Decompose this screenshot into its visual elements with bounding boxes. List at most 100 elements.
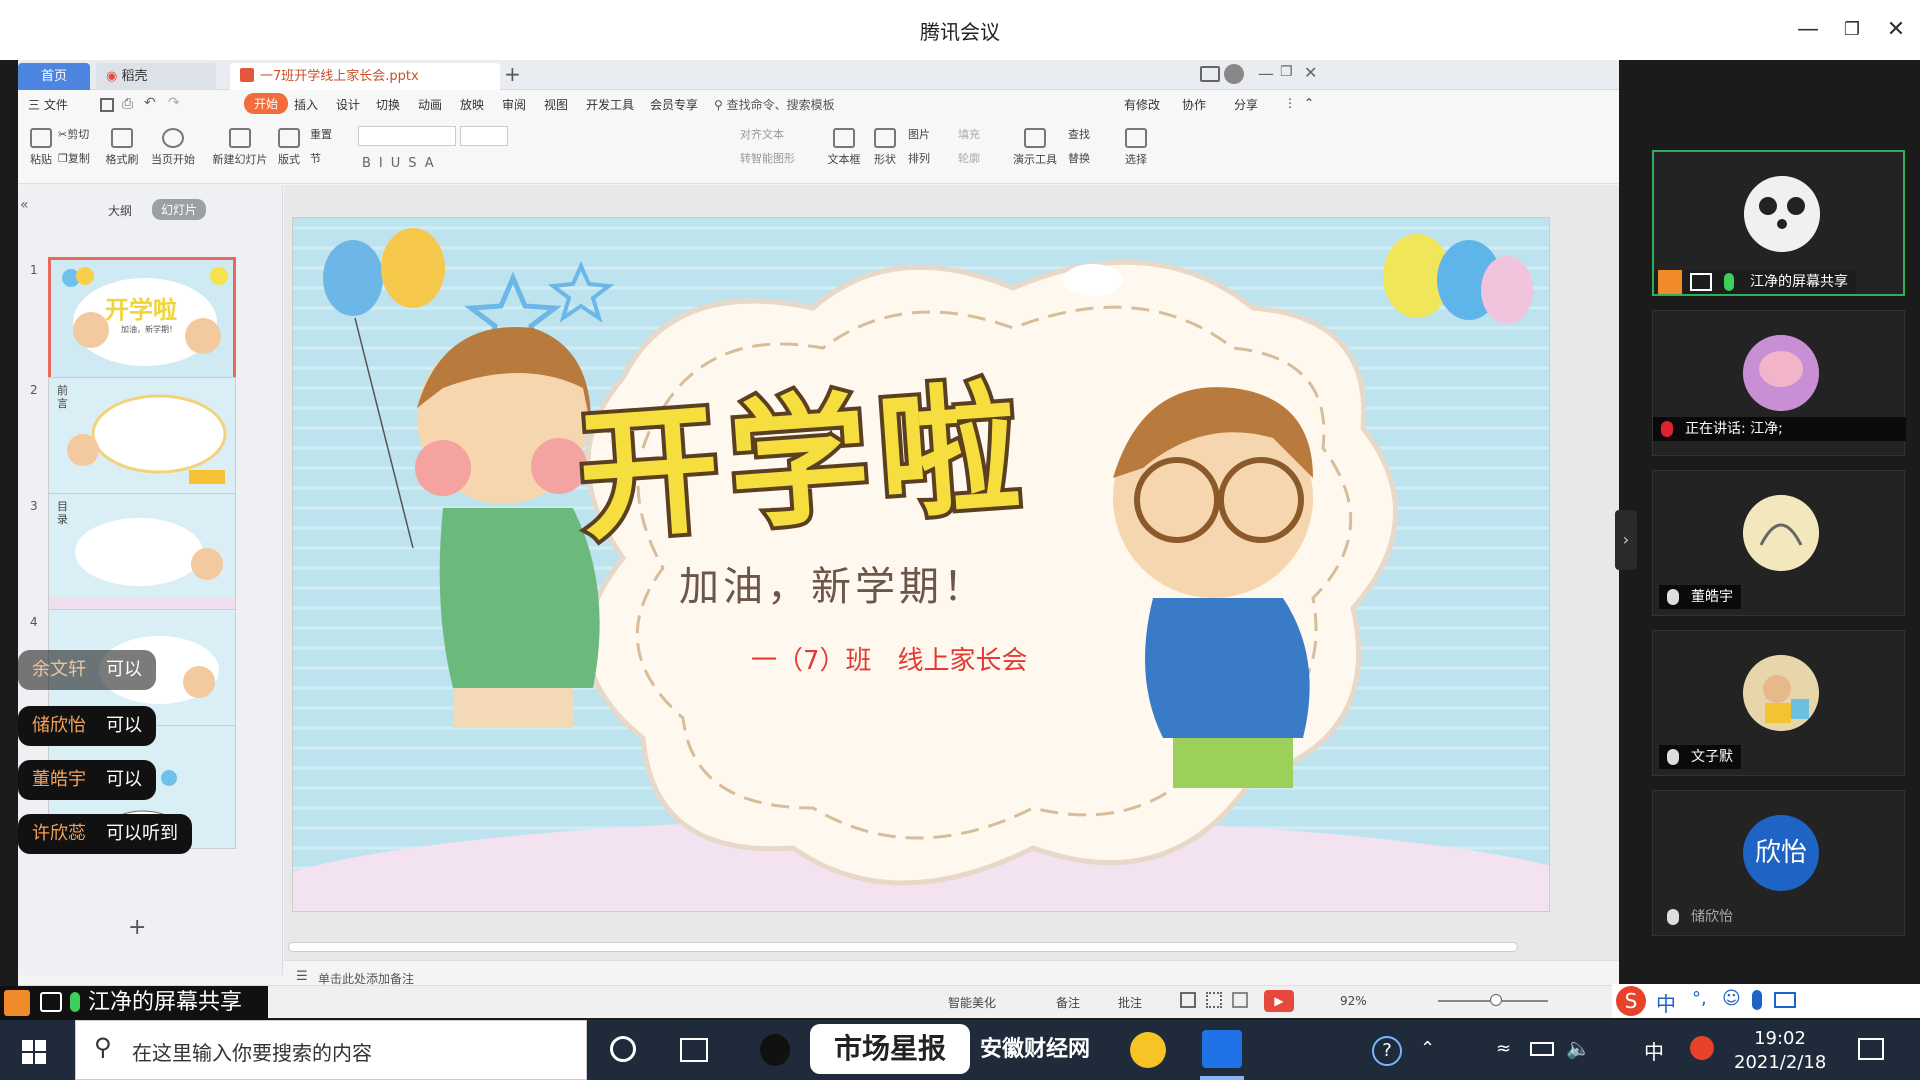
tab-document[interactable]: 一7班开学线上家长会.pptx bbox=[230, 63, 500, 90]
horizontal-scrollbar[interactable] bbox=[288, 942, 1518, 952]
format-brush-button[interactable]: 格式刷 bbox=[102, 128, 142, 167]
find-button[interactable]: 查找 bbox=[1068, 126, 1112, 142]
task-view-icon[interactable] bbox=[680, 1038, 708, 1062]
windows-start-icon[interactable] bbox=[22, 1040, 46, 1064]
notes-toggle-button[interactable]: 备注 bbox=[1056, 994, 1080, 1011]
arrange-button[interactable]: 排列 bbox=[908, 150, 952, 166]
print-icon[interactable]: ⎙ bbox=[122, 96, 133, 112]
notification-icon[interactable] bbox=[1858, 1038, 1884, 1060]
menu-file[interactable]: 三 文件 bbox=[28, 96, 68, 113]
modify-button[interactable]: 有修改 bbox=[1124, 96, 1160, 113]
user-avatar[interactable] bbox=[1224, 64, 1244, 84]
more-icon[interactable]: ⋮ bbox=[1284, 96, 1296, 110]
section-button[interactable]: 节 bbox=[310, 150, 352, 166]
close-icon[interactable]: ✕ bbox=[1878, 12, 1914, 48]
participant-tile[interactable]: 欣怡 储欣怡 bbox=[1652, 790, 1905, 936]
font-size-field[interactable] bbox=[460, 126, 508, 146]
menu-home[interactable]: 开始 bbox=[244, 93, 289, 114]
taskbar-search[interactable]: ⚲ 在这里输入你要搜索的内容 bbox=[75, 1020, 587, 1080]
sogou-tray-icon[interactable] bbox=[1690, 1036, 1714, 1060]
cut-button[interactable]: ✂剪切 bbox=[58, 126, 104, 142]
fill-button[interactable]: 填充 bbox=[958, 126, 1002, 142]
ime-toolbar[interactable]: S 中 °, ☺ bbox=[1612, 984, 1920, 1018]
layout-button[interactable]: 版式 bbox=[274, 128, 304, 167]
add-slide-icon[interactable]: + bbox=[128, 915, 146, 940]
shape-button[interactable]: 形状 bbox=[870, 128, 900, 167]
align-text-button[interactable]: 对齐文本 bbox=[740, 126, 810, 142]
menu-transition[interactable]: 切换 bbox=[376, 96, 400, 113]
tencent-meeting-icon[interactable] bbox=[1202, 1030, 1242, 1068]
picture-button[interactable]: 图片 bbox=[908, 126, 952, 142]
menu-review[interactable]: 审阅 bbox=[502, 96, 526, 113]
collapse-panel-icon[interactable]: « bbox=[20, 197, 29, 213]
tab-docer[interactable]: ◉ 稻壳 bbox=[96, 63, 216, 90]
save-icon[interactable] bbox=[100, 98, 114, 112]
sunflower-icon[interactable] bbox=[1130, 1032, 1166, 1068]
collapse-ribbon-icon[interactable]: ⌃ bbox=[1304, 96, 1314, 110]
slide-thumbnail-1[interactable]: 开学啦 加油，新学期！ bbox=[48, 257, 236, 381]
reset-button[interactable]: 重置 bbox=[310, 126, 352, 142]
menu-animation[interactable]: 动画 bbox=[418, 96, 442, 113]
menu-design[interactable]: 设计 bbox=[336, 96, 360, 113]
collab-button[interactable]: 协作 bbox=[1182, 96, 1206, 113]
screen-share-badge[interactable]: 江净的屏幕共享 bbox=[0, 986, 268, 1020]
main-slide[interactable]: 开学啦 加油，新学期！ 一（7）班 线上家长会 bbox=[292, 217, 1550, 912]
wps-minimize-icon[interactable]: — bbox=[1258, 64, 1274, 83]
wps-close-icon[interactable]: ✕ bbox=[1304, 63, 1317, 82]
reading-view-icon[interactable] bbox=[1232, 992, 1248, 1008]
layout-icon[interactable] bbox=[1200, 66, 1220, 82]
text-box-button[interactable]: 文本框 bbox=[824, 128, 864, 167]
play-from-current-button[interactable]: 当页开始 bbox=[146, 128, 200, 167]
participant-tile[interactable]: 江净的屏幕共享 bbox=[1652, 150, 1905, 296]
paste-button[interactable]: 粘贴 bbox=[24, 128, 58, 167]
zoom-slider-handle[interactable] bbox=[1490, 994, 1502, 1006]
new-tab-icon[interactable]: + bbox=[504, 62, 521, 86]
font-style-buttons[interactable]: BIUSA bbox=[362, 156, 442, 171]
participant-tile[interactable]: 正在讲话: 江净; bbox=[1652, 310, 1906, 456]
chevron-up-icon[interactable]: ⌃ bbox=[1420, 1038, 1435, 1059]
slide-thumbnail-3[interactable]: 目录 bbox=[48, 493, 236, 617]
tab-slides[interactable]: 幻灯片 bbox=[152, 199, 207, 220]
slide-thumbnail-2[interactable]: 前言 bbox=[48, 377, 236, 501]
zoom-level[interactable]: 92% bbox=[1340, 994, 1367, 1008]
menu-member[interactable]: 会员专享 bbox=[650, 96, 698, 113]
select-button[interactable]: 选择 bbox=[1118, 128, 1154, 167]
present-tools-button[interactable]: 演示工具 bbox=[1010, 128, 1060, 167]
menu-insert[interactable]: 插入 bbox=[294, 96, 318, 113]
qq-icon[interactable] bbox=[760, 1034, 790, 1066]
redo-icon[interactable]: ↷ bbox=[168, 95, 180, 111]
participant-tile[interactable]: 文子默 bbox=[1652, 630, 1905, 776]
beautify-button[interactable]: 智能美化 bbox=[948, 994, 996, 1011]
wps-restore-icon[interactable]: ❐ bbox=[1280, 64, 1293, 80]
replace-button[interactable]: 替换 bbox=[1068, 150, 1112, 166]
restore-icon[interactable]: ❐ bbox=[1834, 12, 1870, 48]
help-icon[interactable]: ? bbox=[1372, 1036, 1402, 1066]
new-slide-button[interactable]: 新建幻灯片 bbox=[210, 128, 270, 167]
copy-button[interactable]: ❐复制 bbox=[58, 150, 104, 166]
menu-view[interactable]: 视图 bbox=[544, 96, 568, 113]
command-search[interactable]: ⚲ 查找命令、搜索模板 bbox=[714, 96, 835, 113]
wifi-icon[interactable]: ≈ bbox=[1496, 1038, 1511, 1059]
panel-toggle-icon[interactable]: › bbox=[1615, 510, 1637, 570]
battery-icon[interactable] bbox=[1530, 1042, 1554, 1056]
participant-tile[interactable]: 董皓宇 bbox=[1652, 470, 1905, 616]
menu-slideshow[interactable]: 放映 bbox=[460, 96, 484, 113]
cortana-icon[interactable] bbox=[610, 1036, 636, 1062]
volume-icon[interactable]: 🔈 bbox=[1566, 1036, 1591, 1060]
tab-home[interactable]: 首页 bbox=[18, 63, 90, 90]
font-name-field[interactable] bbox=[358, 126, 456, 146]
menu-developer[interactable]: 开发工具 bbox=[586, 96, 634, 113]
outline-button[interactable]: 轮廓 bbox=[958, 150, 1002, 166]
sorter-view-icon[interactable] bbox=[1206, 992, 1222, 1008]
clock-time[interactable]: 19:02 bbox=[1734, 1028, 1826, 1049]
tab-outline[interactable]: 大纲 bbox=[108, 202, 132, 219]
clock-date[interactable]: 2021/2/18 bbox=[1734, 1052, 1826, 1073]
share-button[interactable]: 分享 bbox=[1234, 96, 1258, 113]
taskbar-ime-mode[interactable]: 中 bbox=[1644, 1036, 1664, 1065]
slideshow-play-button[interactable]: ▶ bbox=[1264, 990, 1294, 1012]
smart-shape-button[interactable]: 转智能图形 bbox=[740, 150, 820, 166]
comment-button[interactable]: 批注 bbox=[1118, 994, 1142, 1011]
undo-icon[interactable]: ↶ bbox=[144, 95, 156, 111]
normal-view-icon[interactable] bbox=[1180, 992, 1196, 1008]
minimize-icon[interactable]: — bbox=[1790, 12, 1826, 48]
